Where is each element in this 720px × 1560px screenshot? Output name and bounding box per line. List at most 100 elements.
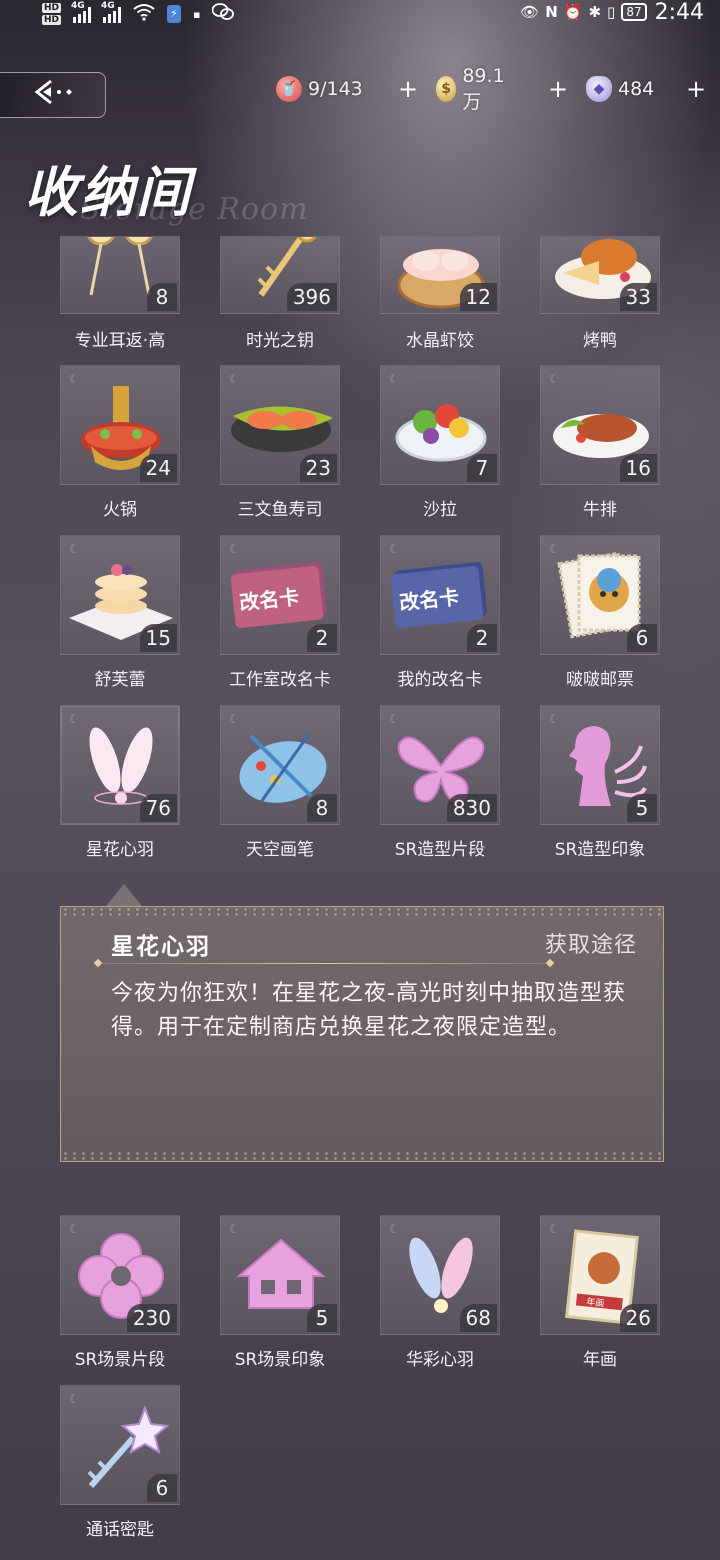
item-tile[interactable]: ☾ 改名卡 2 工作室改名卡	[200, 535, 360, 695]
item-image-frame: ☾ 16	[540, 365, 660, 485]
item-tile[interactable]: 12 水晶虾饺	[360, 196, 520, 354]
item-count: 2	[307, 624, 337, 652]
item-tile[interactable]: ☾ 68 华彩心羽	[360, 1215, 520, 1375]
item-label: SR场景印象	[234, 1350, 326, 1370]
crystal-value: 484	[618, 78, 655, 100]
item-image-frame: ☾ 年画 26	[540, 1215, 660, 1335]
item-label: SR造型印象	[554, 840, 646, 860]
item-count: 5	[307, 1304, 337, 1332]
eye-icon: 👁	[520, 3, 540, 21]
item-count: 23	[299, 454, 337, 482]
clock: 2:44	[654, 0, 704, 25]
acquire-method-link[interactable]: 获取途径	[545, 927, 637, 959]
item-count: 68	[459, 1304, 497, 1332]
item-image-frame: ☾ 8	[220, 705, 340, 825]
item-tile[interactable]: ☾ 6 啵啵邮票	[520, 535, 680, 695]
item-tile[interactable]: ☾ 16 牛排	[520, 365, 680, 525]
item-count: 8	[307, 794, 337, 822]
detail-pointer	[106, 884, 142, 906]
item-tile[interactable]: ☾ 5 SR场景印象	[200, 1215, 360, 1375]
item-tile[interactable]: ☾ 年画 26 年画	[520, 1215, 680, 1375]
item-image-frame: ☾ 68	[380, 1215, 500, 1335]
item-label: 年画	[583, 1350, 617, 1370]
item-label: SR场景片段	[74, 1350, 166, 1370]
add-crystal-button[interactable]: +	[686, 72, 706, 106]
item-label: 专业耳返·高	[74, 331, 166, 351]
sparkle-border-bottom	[61, 1151, 663, 1161]
item-tile[interactable]: ☾ 改名卡 2 我的改名卡	[360, 535, 520, 695]
gold-counter: $ 89.1万	[436, 65, 510, 113]
item-image-frame: ☾ 5	[540, 705, 660, 825]
item-image-frame: 33	[540, 236, 660, 314]
charging-app-icon: ⚡	[167, 5, 182, 23]
stamina-counter: 🥤 9/143	[276, 72, 363, 106]
network-type-1: 4G	[71, 1, 85, 11]
item-label: 时光之钥	[246, 331, 314, 351]
item-tile[interactable]: 8 专业耳返·高	[40, 196, 200, 354]
signal-icon-2: 4G	[101, 1, 122, 23]
item-label: 工作室改名卡	[229, 670, 331, 690]
item-count: 26	[619, 1304, 657, 1332]
item-label: SR造型片段	[394, 840, 486, 860]
item-image-frame: ☾ 15	[60, 535, 180, 655]
item-tile[interactable]: ☾ 830 SR造型片段	[360, 705, 520, 865]
stamina-value: 9/143	[308, 78, 363, 100]
item-image-frame: ☾ 改名卡 2	[220, 535, 340, 655]
item-count: 8	[147, 283, 177, 311]
item-count: 230	[126, 1304, 177, 1332]
vibrate-icon: ▯	[607, 3, 616, 21]
hd-badge-1: HD	[42, 3, 62, 13]
back-arrow-icon	[29, 78, 77, 112]
alarm-icon: ⏰	[563, 3, 583, 21]
item-count: 396	[286, 283, 337, 311]
item-image-frame: ☾ 改名卡 2	[380, 535, 500, 655]
item-tile[interactable]: ☾ 23 三文鱼寿司	[200, 365, 360, 525]
sparkle-border-top	[61, 907, 663, 917]
item-image-frame: ☾ 24	[60, 365, 180, 485]
item-label: 天空画笔	[246, 840, 314, 860]
item-count: 6	[627, 624, 657, 652]
hd-badge-2: HD	[42, 15, 62, 25]
item-label: 通话密匙	[86, 1520, 154, 1540]
add-gold-button[interactable]: +	[548, 72, 568, 106]
item-tile[interactable]: ☾ 76 星花心羽	[40, 705, 200, 865]
item-tile[interactable]: ☾ 230 SR场景片段	[40, 1215, 200, 1375]
status-bar: HD HD 4G 4G ⚡ ▪ 👁 N ⏰ ✱ ▯ 87 2:44	[0, 0, 720, 34]
item-image-frame: ☾ 5	[220, 1215, 340, 1335]
item-label: 啵啵邮票	[566, 670, 634, 690]
item-image-frame: ☾ 7	[380, 365, 500, 485]
item-image-frame: ☾ 6	[540, 535, 660, 655]
add-stamina-button[interactable]: +	[398, 72, 418, 106]
item-count: 6	[147, 1474, 177, 1502]
item-tile[interactable]: ☾ 24 火锅	[40, 365, 200, 525]
item-label: 沙拉	[423, 500, 457, 520]
item-label: 舒芙蕾	[94, 670, 146, 690]
network-type-2: 4G	[101, 1, 115, 11]
item-image-frame: ☾ 76	[60, 705, 180, 825]
item-detail-panel: 星花心羽 获取途径 今夜为你狂欢！在星花之夜-高光时刻中抽取造型获得。用于在定制…	[60, 906, 664, 1162]
item-tile[interactable]: ☾ 8 天空画笔	[200, 705, 360, 865]
detail-divider	[95, 963, 553, 964]
item-tile[interactable]: ☾ 7 沙拉	[360, 365, 520, 525]
item-image-frame: ☾ 6	[60, 1385, 180, 1505]
wifi-icon	[133, 3, 155, 25]
item-image-frame: ☾ 830	[380, 705, 500, 825]
signal-icon-1: 4G	[71, 1, 92, 23]
item-image-frame: ☾ 230	[60, 1215, 180, 1335]
item-tile[interactable]: 396 时光之钥	[200, 196, 360, 354]
item-tile[interactable]: ☾ 5 SR造型印象	[520, 705, 680, 865]
back-button[interactable]	[0, 72, 106, 118]
item-label: 水晶虾饺	[406, 331, 474, 351]
item-tile[interactable]: ☾ 6 通话密匙	[40, 1385, 200, 1545]
item-count: 2	[467, 624, 497, 652]
item-label: 我的改名卡	[397, 670, 483, 690]
item-label: 三文鱼寿司	[237, 500, 323, 520]
nfc-icon: N	[545, 3, 558, 21]
crystal-icon: ◆	[586, 76, 612, 102]
gold-coin-icon: $	[436, 76, 457, 102]
item-label: 烤鸭	[583, 331, 617, 351]
item-count: 76	[139, 794, 177, 822]
item-tile[interactable]: 33 烤鸭	[520, 196, 680, 354]
wechat-icon	[212, 3, 235, 25]
item-tile[interactable]: ☾ 15 舒芙蕾	[40, 535, 200, 695]
